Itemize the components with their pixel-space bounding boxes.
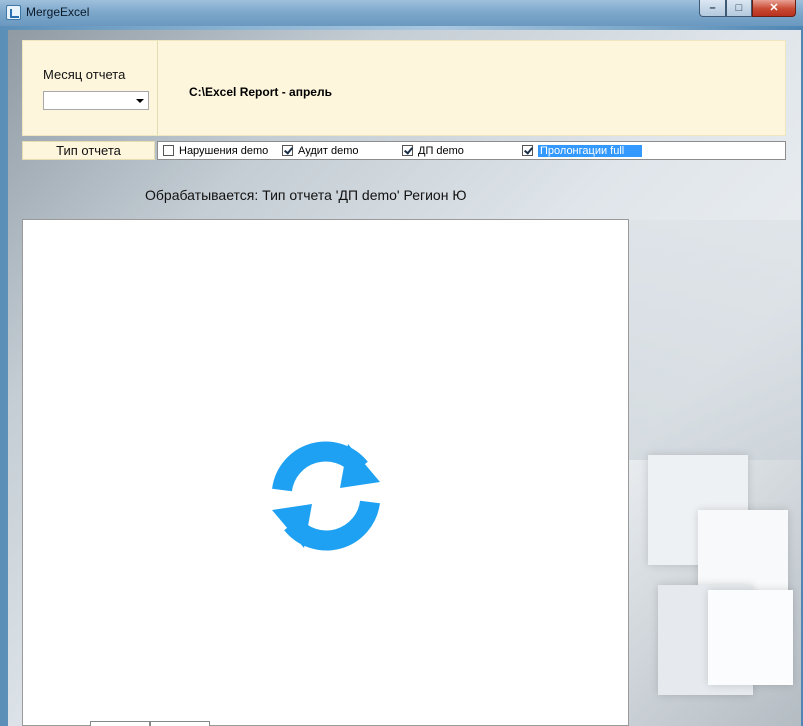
processing-status: Обрабатывается: Тип отчета 'ДП demo' Рег…	[145, 187, 467, 203]
minimize-button[interactable]: –	[699, 0, 726, 17]
month-group: Месяц отчета	[23, 41, 158, 135]
report-type-item-dp[interactable]: ДП demo	[400, 144, 464, 158]
refresh-icon	[272, 441, 380, 551]
report-type-checklist[interactable]: Нарушения demo Аудит demo ДП demo Пролон…	[157, 141, 786, 160]
background-decoration	[708, 590, 793, 685]
report-path-label: C:\Excel Report - апрель	[189, 85, 332, 99]
month-dropdown[interactable]	[43, 91, 149, 110]
checkbox[interactable]	[402, 145, 413, 156]
report-type-item-label: ДП demo	[418, 145, 464, 157]
background-decoration	[628, 220, 801, 460]
app-window: MergeExcel – □ ✕ Месяц отчета C:\Excel R…	[0, 0, 803, 726]
report-type-item-label: Аудит demo	[298, 145, 359, 157]
app-icon	[6, 5, 21, 20]
report-type-item-prolongation[interactable]: Пролонгации full	[520, 144, 643, 158]
month-label: Месяц отчета	[43, 67, 126, 82]
report-type-item-violations[interactable]: Нарушения demo	[161, 144, 268, 158]
title-bar[interactable]: MergeExcel – □ ✕	[0, 0, 803, 26]
maximize-button[interactable]: □	[726, 0, 752, 17]
window-title: MergeExcel	[26, 5, 90, 19]
report-type-item-label: Нарушения demo	[179, 145, 269, 157]
report-type-label: Тип отчета	[22, 141, 155, 160]
tab-stub[interactable]	[150, 721, 210, 726]
tab-stub[interactable]	[90, 721, 150, 726]
content-panel	[22, 219, 629, 726]
checkbox[interactable]	[163, 145, 174, 156]
report-type-item-label: Пролонгации full	[538, 145, 643, 157]
close-button[interactable]: ✕	[752, 0, 796, 17]
checkbox[interactable]	[282, 145, 293, 156]
checkbox[interactable]	[522, 145, 533, 156]
report-type-item-audit[interactable]: Аудит demo	[280, 144, 359, 158]
chevron-down-icon[interactable]	[136, 99, 144, 103]
report-settings-panel: Месяц отчета C:\Excel Report - апрель	[22, 40, 786, 136]
